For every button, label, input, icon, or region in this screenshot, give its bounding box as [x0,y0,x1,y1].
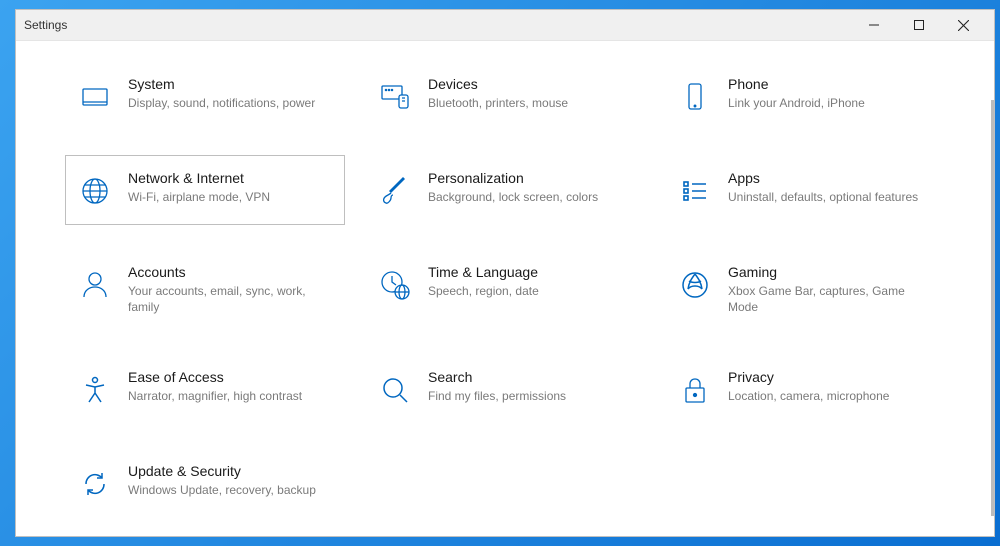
category-desc: Display, sound, notifications, power [128,95,328,111]
category-accounts[interactable]: Accounts Your accounts, email, sync, wor… [65,249,345,330]
category-desc: Windows Update, recovery, backup [128,482,328,498]
category-title: Accounts [128,264,328,280]
category-title: Privacy [728,369,928,385]
settings-content: System Display, sound, notifications, po… [16,41,994,536]
close-button[interactable] [941,10,986,41]
paintbrush-icon [376,172,414,210]
category-title: Gaming [728,264,928,280]
category-title: Network & Internet [128,170,328,186]
category-desc: Narrator, magnifier, high contrast [128,388,328,404]
category-title: Search [428,369,628,385]
globe-icon [76,172,114,210]
category-desc: Link your Android, iPhone [728,95,928,111]
minimize-icon [869,20,879,30]
category-desc: Wi-Fi, airplane mode, VPN [128,189,328,205]
category-title: Ease of Access [128,369,328,385]
category-desc: Background, lock screen, colors [428,189,628,205]
category-search[interactable]: Search Find my files, permissions [365,354,645,424]
category-desc: Xbox Game Bar, captures, Game Mode [728,283,928,315]
category-desc: Location, camera, microphone [728,388,928,404]
category-network[interactable]: Network & Internet Wi-Fi, airplane mode,… [65,155,345,225]
category-ease-of-access[interactable]: Ease of Access Narrator, magnifier, high… [65,354,345,424]
category-title: Personalization [428,170,628,186]
category-gaming[interactable]: Gaming Xbox Game Bar, captures, Game Mod… [665,249,945,330]
close-icon [958,20,969,31]
lock-icon [676,371,714,409]
update-icon [76,465,114,503]
gaming-icon [676,266,714,304]
category-time-language[interactable]: Time & Language Speech, region, date [365,249,645,330]
scrollbar[interactable] [991,100,994,516]
category-devices[interactable]: Devices Bluetooth, printers, mouse [365,61,645,131]
maximize-icon [914,20,924,30]
category-desc: Speech, region, date [428,283,628,299]
category-title: Apps [728,170,928,186]
minimize-button[interactable] [851,10,896,41]
apps-icon [676,172,714,210]
devices-icon [376,78,414,116]
category-title: Devices [428,76,628,92]
category-apps[interactable]: Apps Uninstall, defaults, optional featu… [665,155,945,225]
category-desc: Find my files, permissions [428,388,628,404]
category-desc: Your accounts, email, sync, work, family [128,283,328,315]
category-grid: System Display, sound, notifications, po… [65,61,945,518]
category-desc: Uninstall, defaults, optional features [728,189,928,205]
phone-icon [676,78,714,116]
titlebar[interactable]: Settings [16,10,994,41]
category-update-security[interactable]: Update & Security Windows Update, recove… [65,448,345,518]
category-title: Phone [728,76,928,92]
category-title: Update & Security [128,463,328,479]
settings-window: Settings System Display, sound, notifi [15,9,995,537]
person-icon [76,266,114,304]
category-desc: Bluetooth, printers, mouse [428,95,628,111]
category-title: Time & Language [428,264,628,280]
category-privacy[interactable]: Privacy Location, camera, microphone [665,354,945,424]
time-language-icon [376,266,414,304]
window-title: Settings [24,18,67,32]
category-system[interactable]: System Display, sound, notifications, po… [65,61,345,131]
maximize-button[interactable] [896,10,941,41]
accessibility-icon [76,371,114,409]
category-phone[interactable]: Phone Link your Android, iPhone [665,61,945,131]
category-personalization[interactable]: Personalization Background, lock screen,… [365,155,645,225]
category-title: System [128,76,328,92]
search-icon [376,371,414,409]
window-controls [851,10,986,41]
system-icon [76,78,114,116]
